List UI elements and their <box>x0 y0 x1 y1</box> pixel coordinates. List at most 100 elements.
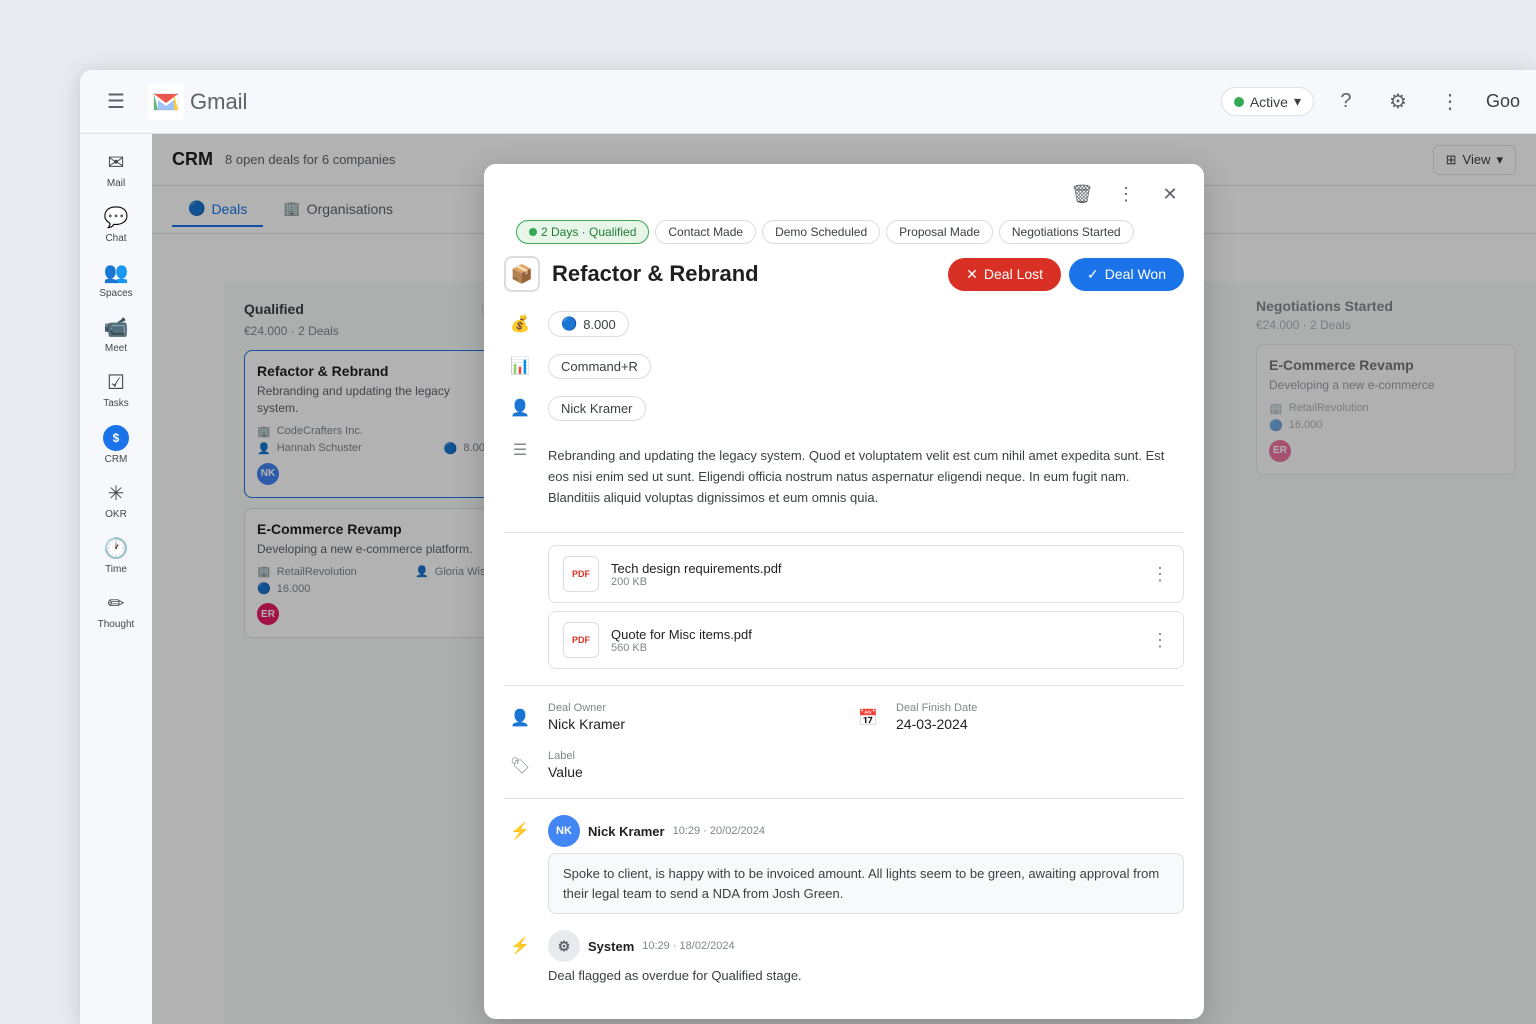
amount-value: 8.000 <box>583 317 616 332</box>
sidebar-label-tasks: Tasks <box>103 398 129 409</box>
company-chip[interactable]: Command+R <box>548 354 651 379</box>
modal-topbar: 🗑 ⋮ ✕ 2 Days · Qualified Contact Made <box>484 164 1204 256</box>
activity-content-2: ⚙ System 10:29 · 18/02/2024 Deal flagged… <box>548 930 1184 983</box>
deal-modal: 🗑 ⋮ ✕ 2 Days · Qualified Contact Made <box>484 164 1204 1019</box>
sidebar-item-chat[interactable]: 💬 Chat <box>82 197 150 250</box>
attachment-more-1[interactable]: ⋮ <box>1151 564 1169 585</box>
attachments-section: PDF Tech design requirements.pdf 200 KB … <box>504 545 1184 669</box>
activity-item-2: ⚡ ⚙ System 10:29 · 18/02/2024 Deal flagg… <box>504 930 1184 983</box>
sidebar-label-time: Time <box>105 564 127 575</box>
attachment-name-1: Tech design requirements.pdf <box>611 561 1139 576</box>
gmail-title: Gmail <box>190 89 247 115</box>
label-value: Value <box>548 764 583 780</box>
owner-icon: 👤 <box>504 702 536 734</box>
sidebar-item-mail[interactable]: ✉ Mail <box>82 142 150 195</box>
company-field-row: 📊 Command+R <box>504 350 1184 382</box>
close-button[interactable]: ✕ <box>1152 176 1188 212</box>
activity-header-1: NK Nick Kramer 10:29 · 20/02/2024 <box>548 815 1184 847</box>
status-chevron: ▾ <box>1294 93 1301 110</box>
settings-icon[interactable]: ⚙ <box>1378 82 1418 122</box>
sidebar-item-spaces[interactable]: 👥 Spaces <box>82 252 150 305</box>
modal-overlay[interactable]: 🗑 ⋮ ✕ 2 Days · Qualified Contact Made <box>152 134 1536 1024</box>
sidebar-item-meet[interactable]: 📹 Meet <box>82 307 150 360</box>
divider-1 <box>504 532 1184 533</box>
activity-bubble-1: Spoke to client, is happy with to be inv… <box>548 853 1184 914</box>
description-field-row: ☰ Rebranding and updating the legacy sys… <box>504 434 1184 520</box>
sidebar-label-mail: Mail <box>107 178 125 189</box>
deal-header-row: 📦 Refactor & Rebrand ✕ Deal Lost ✓ Deal … <box>504 256 1184 292</box>
gmail-logo: Gmail <box>148 84 247 120</box>
sidebar-item-crm[interactable]: $ CRM <box>82 417 150 471</box>
deal-won-button[interactable]: ✓ Deal Won <box>1069 258 1184 291</box>
contact-field-icon: 👤 <box>504 392 536 424</box>
step-label-contact: Contact Made <box>668 225 743 239</box>
pdf-badge-1: PDF <box>563 556 599 592</box>
deal-lost-icon: ✕ <box>966 266 978 283</box>
company-field-icon: 📊 <box>504 350 536 382</box>
pipeline-step-contact[interactable]: Contact Made <box>655 220 756 244</box>
currency-icon: 🔵 <box>561 316 577 332</box>
status-badge[interactable]: Active ▾ <box>1221 87 1314 116</box>
activity-pulse-icon-2: ⚡ <box>504 930 536 962</box>
meet-icon: 📹 <box>104 315 129 340</box>
step-label-qualified: 2 Days · Qualified <box>541 225 636 239</box>
deal-lost-button[interactable]: ✕ Deal Lost <box>948 258 1061 291</box>
activity-time-1: 10:29 · 20/02/2024 <box>673 825 765 837</box>
divider-2 <box>504 685 1184 686</box>
left-sidebar: ✉ Mail 💬 Chat 👥 Spaces 📹 Meet ☑ Tasks $ … <box>80 134 152 1024</box>
activity-text-2: Deal flagged as overdue for Qualified st… <box>548 968 1184 983</box>
attachment-size-2: 560 KB <box>611 642 1139 654</box>
label-row: 🏷 Label Value <box>504 750 836 782</box>
sidebar-label-thought: Thought <box>98 619 135 630</box>
more-options-button[interactable]: ⋮ <box>1108 176 1144 212</box>
attachment-info-1: Tech design requirements.pdf 200 KB <box>611 561 1139 588</box>
calendar-icon: 📅 <box>852 702 884 734</box>
pipeline-step-proposal[interactable]: Proposal Made <box>886 220 993 244</box>
attachment-card-2[interactable]: PDF Quote for Misc items.pdf 560 KB ⋮ <box>548 611 1184 669</box>
sidebar-item-time[interactable]: 🕐 Time <box>82 528 150 581</box>
attachment-card-1[interactable]: PDF Tech design requirements.pdf 200 KB … <box>548 545 1184 603</box>
activity-author-1: Nick Kramer <box>588 824 665 839</box>
pipeline-steps: 2 Days · Qualified Contact Made Demo Sch… <box>500 220 1188 256</box>
status-label: Active <box>1250 94 1288 110</box>
deal-action-btns: ✕ Deal Lost ✓ Deal Won <box>948 258 1184 291</box>
sidebar-label-meet: Meet <box>105 343 127 354</box>
pipeline-step-qualified[interactable]: 2 Days · Qualified <box>516 220 649 244</box>
sidebar-item-thought[interactable]: ✏ Thought <box>82 583 150 636</box>
deal-meta-grid: 👤 Deal Owner Nick Kramer 📅 <box>504 702 1184 782</box>
deal-title-area: 📦 Refactor & Rebrand <box>504 256 759 292</box>
google-account[interactable]: Goo <box>1486 91 1520 112</box>
deal-lost-label: Deal Lost <box>984 266 1043 282</box>
pipeline-step-negotiations[interactable]: Negotiations Started <box>999 220 1134 244</box>
delete-button[interactable]: 🗑 <box>1064 176 1100 212</box>
sidebar-item-tasks[interactable]: ☑ Tasks <box>82 362 150 415</box>
step-label-negotiations: Negotiations Started <box>1012 225 1121 239</box>
label-icon: 🏷 <box>504 750 536 782</box>
modal-actions: 🗑 ⋮ ✕ <box>500 176 1188 212</box>
sidebar-item-okr[interactable]: ✳ OKR <box>82 473 150 526</box>
step-label-proposal: Proposal Made <box>899 225 980 239</box>
owner-label: Deal Owner <box>548 702 625 714</box>
main-content: CRM 8 open deals for 6 companies ⊞ View … <box>152 134 1536 1024</box>
amount-chip[interactable]: 🔵 8.000 <box>548 311 629 337</box>
activity-header-2: ⚙ System 10:29 · 18/02/2024 <box>548 930 1184 962</box>
contact-chip[interactable]: Nick Kramer <box>548 396 646 421</box>
activity-author-2: System <box>588 939 634 954</box>
date-label: Deal Finish Date <box>896 702 977 714</box>
apps-icon[interactable]: ⋮ <box>1430 82 1470 122</box>
company-value: Command+R <box>561 359 638 374</box>
gmail-shell: ☰ Gmail Active ▾ ? ⚙ ⋮ Goo <box>80 70 1536 1024</box>
description-icon: ☰ <box>504 434 536 466</box>
activity-content-1: NK Nick Kramer 10:29 · 20/02/2024 Spoke … <box>548 815 1184 914</box>
status-dot <box>1234 97 1244 107</box>
pipeline-step-demo[interactable]: Demo Scheduled <box>762 220 880 244</box>
help-icon[interactable]: ? <box>1326 82 1366 122</box>
attachment-more-2[interactable]: ⋮ <box>1151 630 1169 651</box>
spaces-icon: 👥 <box>104 260 129 285</box>
menu-icon[interactable]: ☰ <box>96 82 136 122</box>
sidebar-label-okr: OKR <box>105 509 127 520</box>
activity-item-1: ⚡ NK Nick Kramer 10:29 · 20/02/2024 Spok… <box>504 815 1184 914</box>
activity-section: ⚡ NK Nick Kramer 10:29 · 20/02/2024 Spok… <box>504 815 1184 983</box>
step-dot <box>529 228 537 236</box>
time-icon: 🕐 <box>104 536 129 561</box>
